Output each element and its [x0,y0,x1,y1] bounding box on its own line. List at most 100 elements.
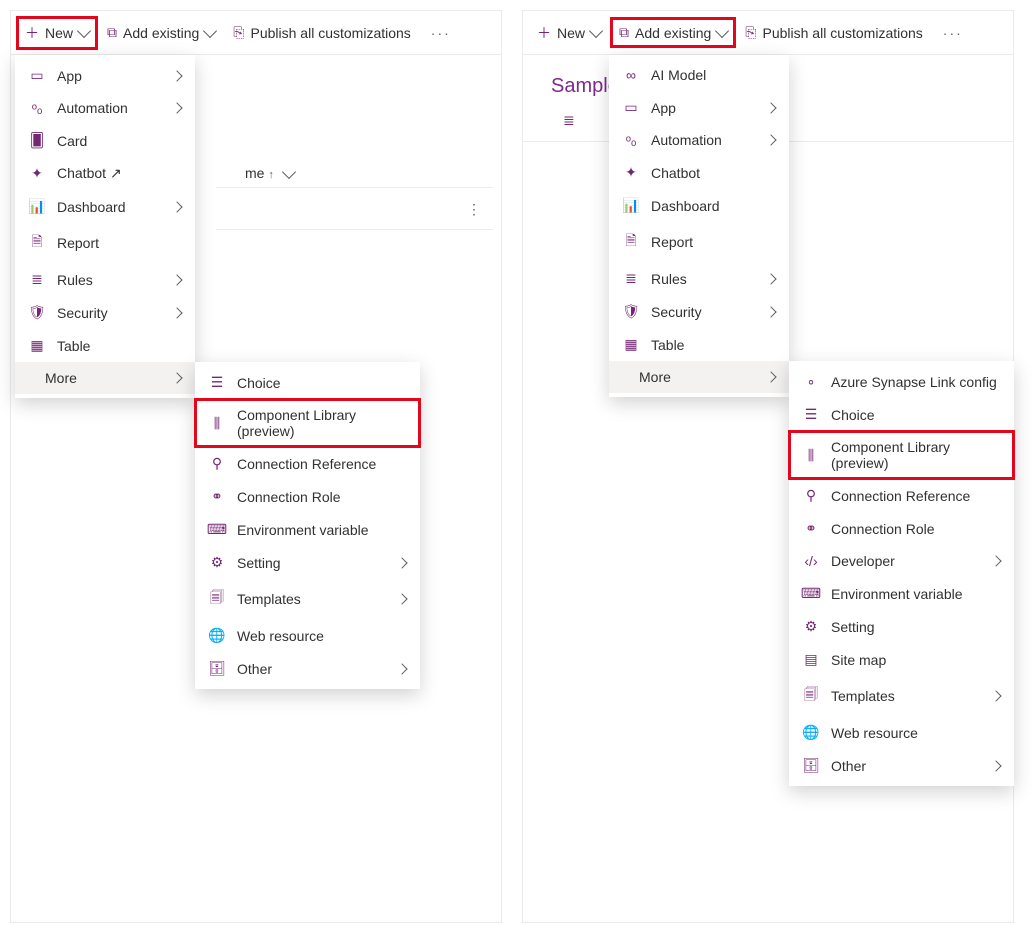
new-label: New [45,25,73,41]
submenu-item-connection-reference[interactable]: ⚲Connection Reference [195,447,420,480]
row-actions-button[interactable]: ⋮ [467,201,479,218]
chevron-right-icon [990,555,1001,566]
submenu-item-label: Templates [831,688,980,704]
menu-item-rules[interactable]: ≣Rules [609,262,789,295]
submenu-item-connection-role[interactable]: ⚭Connection Role [789,512,1014,545]
menu-item-app[interactable]: ▭App [15,59,195,92]
submenu-item-label: Component Library (preview) [831,439,1000,471]
new-button[interactable]: ＋ New [529,17,609,49]
left-panel: ＋ New ⧉ Add existing ⎘ Publish all custo… [10,10,502,923]
submenu-item-connection-role[interactable]: ⚭Connection Role [195,480,420,513]
add-existing-button[interactable]: ⧉ Add existing [611,18,735,47]
submenu-item-developer[interactable]: ‹/›Developer [789,545,1014,577]
submenu-item-other[interactable]: 🗄Other [195,652,420,685]
overflow-button[interactable]: ··· [421,19,461,47]
menu-item-label: Chatbot ↗ [57,165,181,182]
connref-icon: ⚲ [209,455,225,472]
submenu-item-setting[interactable]: ⚙Setting [195,546,420,579]
submenu-item-choice[interactable]: ☰Choice [195,366,420,399]
other-icon: 🗄 [803,757,819,774]
menu-item-automation[interactable]: ᵒₒAutomation [609,124,789,156]
menu-item-table[interactable]: ▦Table [15,329,195,362]
menu-item-chatbot[interactable]: ✦ Chatbot ↗ [15,157,195,190]
menu-item-ai-model[interactable]: ∞AI Model [609,59,789,91]
publish-button[interactable]: ⎘ Publish all customizations [737,18,931,47]
connref-icon: ⚲ [803,487,819,504]
submenu-item-templates[interactable]: 🗐 Templates [789,676,1014,716]
new-dropdown: ▭AppᵒₒAutomation🂠Card ✦ Chatbot ↗ 📊Dashboar… [15,55,195,398]
submenu-item-setting[interactable]: ⚙Setting [789,610,1014,643]
submenu-item-component-library-preview-[interactable]: ⫼Component Library (preview) [789,431,1014,479]
submenu-item-component-library-preview-[interactable]: ⫼Component Library (preview) [195,399,420,447]
choice-icon: ☰ [803,406,819,423]
menu-item-table[interactable]: ▦Table [609,328,789,361]
submenu-item-label: Web resource [237,628,406,644]
templates-icon: 🗐 [209,587,225,611]
menu-item-rules[interactable]: ≣Rules [15,263,195,296]
name-column[interactable]: me ↑ [245,165,274,181]
report-icon: 🗎 [29,231,45,255]
submenu-item-choice[interactable]: ☰Choice [789,398,1014,431]
publish-label: Publish all customizations [251,25,411,41]
menu-item-report[interactable]: 🗎Report [15,223,195,263]
menu-item-dashboard[interactable]: 📊Dashboard [15,190,195,223]
aimodel-icon: ∞ [623,67,639,83]
chevron-down-icon [589,24,603,38]
templates-icon: 🗐 [803,684,819,708]
submenu-item-label: Connection Role [237,489,406,505]
menu-item-report[interactable]: 🗎Report [609,222,789,262]
menu-item-more[interactable]: More [15,362,195,394]
add-existing-button[interactable]: ⧉ Add existing [99,18,223,47]
menu-item-label: Card [57,133,181,149]
menu-item-label: Report [651,234,775,250]
chevron-right-icon [171,70,182,81]
menu-item-chatbot[interactable]: ✦Chatbot [609,156,789,189]
new-label: New [557,25,585,41]
submenu-item-label: Web resource [831,725,1000,741]
menu-item-security[interactable]: 🛡Security [609,295,789,328]
add-existing-label: Add existing [635,25,711,41]
dashboard-icon: 📊 [29,198,45,215]
menu-item-more[interactable]: More [609,361,789,393]
envvar-icon: ⌨ [209,521,225,538]
menu-item-app[interactable]: ▭ App [609,91,789,124]
submenu-item-site-map[interactable]: ▤Site map [789,643,1014,676]
chevron-right-icon [396,663,407,674]
chatbot-icon: ✦ [29,165,45,182]
chevron-down-icon [715,24,729,38]
chevron-right-icon [765,102,776,113]
publish-button[interactable]: ⎘ Publish all customizations [225,18,419,47]
submenu-item-environment-variable[interactable]: ⌨Environment variable [195,513,420,546]
other-icon: 🗄 [209,660,225,677]
menu-item-card[interactable]: 🂠Card [15,124,195,157]
menu-item-label: Table [57,338,181,354]
chatbot-icon: ✦ [623,164,639,181]
submenu-item-connection-reference[interactable]: ⚲Connection Reference [789,479,1014,512]
submenu-item-environment-variable[interactable]: ⌨Environment variable [789,577,1014,610]
submenu-item-azure-synapse-link-config[interactable]: ∘Azure Synapse Link config [789,365,1014,398]
submenu-item-templates[interactable]: 🗐Templates [195,579,420,619]
chevron-right-icon [171,201,182,212]
menu-item-label: App [57,68,161,84]
menu-item-automation[interactable]: ᵒₒAutomation [15,92,195,124]
submenu-item-other[interactable]: 🗄Other [789,749,1014,782]
menu-item-security[interactable]: 🛡Security [15,296,195,329]
add-existing-icon: ⧉ [619,24,629,41]
plus-icon: ＋ [25,23,39,43]
submenu-item-web-resource[interactable]: 🌐 Web resource [789,716,1014,749]
webres-icon: 🌐 [803,724,819,741]
new-button[interactable]: ＋ New [17,17,97,49]
menu-item-label: App [651,100,755,116]
overflow-button[interactable]: ··· [933,19,973,47]
envvar-icon: ⌨ [803,585,819,602]
menu-item-dashboard[interactable]: 📊Dashboard [609,189,789,222]
more-submenu: ☰Choice⫼Component Library (preview)⚲Conn… [195,362,420,689]
chevron-right-icon [765,306,776,317]
chevron-right-icon [765,134,776,145]
chevron-right-icon [396,593,407,604]
submenu-item-web-resource[interactable]: 🌐Web resource [195,619,420,652]
chevron-down-icon[interactable] [282,164,296,178]
app-icon: ▭ [623,99,639,116]
submenu-item-label: Azure Synapse Link config [831,374,1000,390]
menu-item-label: Security [651,304,755,320]
